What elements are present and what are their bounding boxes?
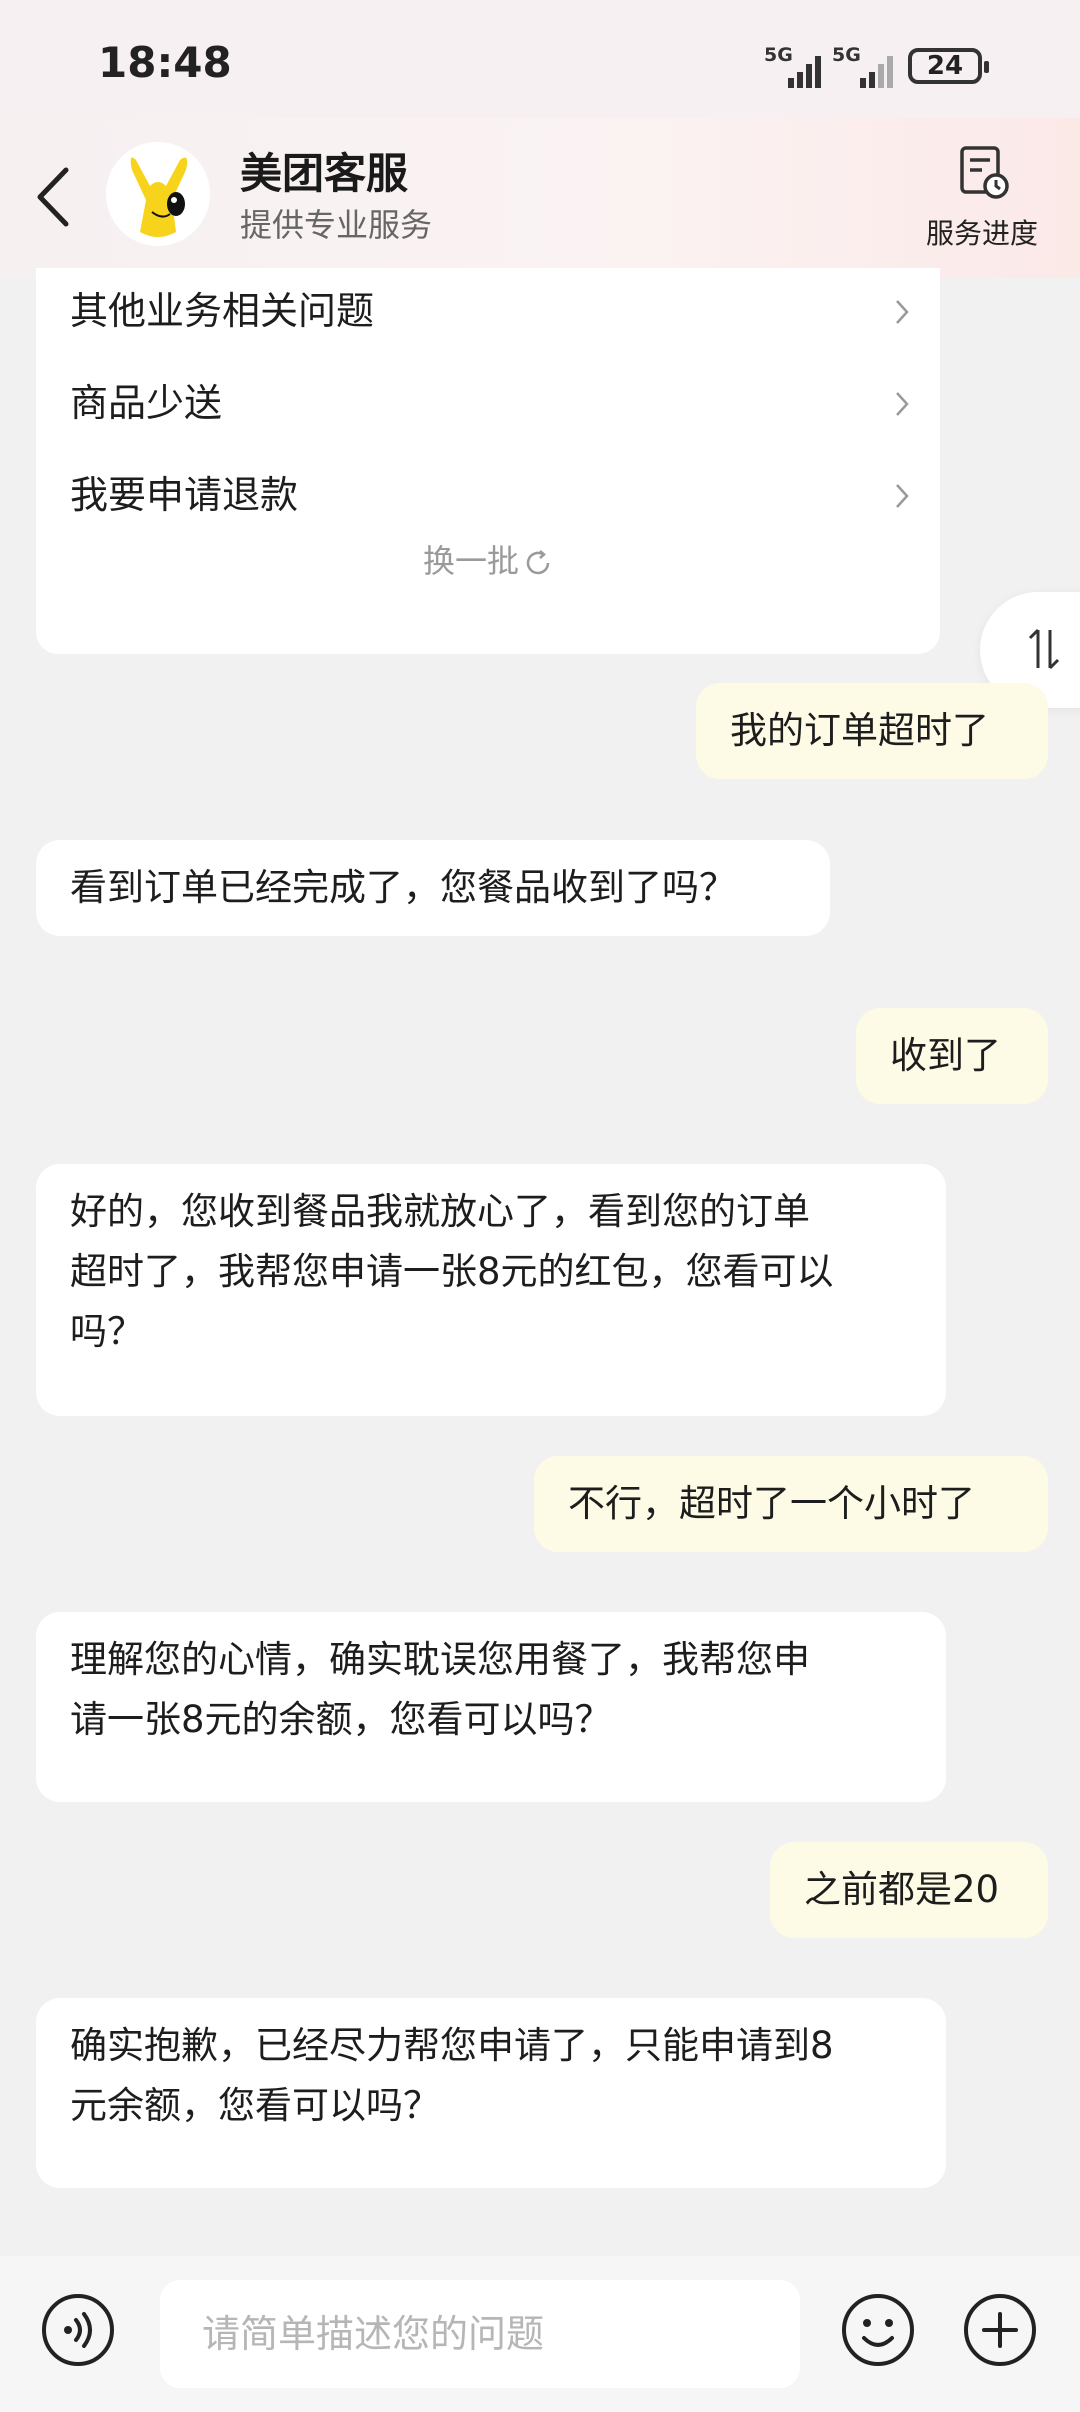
user-message-bubble: 不行，超时了一个小时了 [534, 1456, 1048, 1552]
battery-indicator: 24 [908, 48, 989, 84]
status-bar: 18:48 5G 5G 24 [0, 0, 1080, 118]
back-icon [37, 167, 69, 227]
plus-icon [964, 2294, 1036, 2366]
mascot-icon [106, 142, 210, 246]
quick-question-item[interactable]: 商品少送 [70, 368, 910, 438]
message-input[interactable] [160, 2280, 800, 2388]
chevron-right-icon [896, 300, 909, 324]
chat-area[interactable]: 其他业务相关问题 商品少送 我要申请退款 换一批 我的订单超时了 看到订单已经完… [0, 268, 1080, 2258]
back-button[interactable] [34, 162, 84, 232]
chevron-right-icon [896, 484, 909, 508]
bot-message-bubble: 确实抱歉，已经尽力帮您申请了，只能申请到8 元余额，您看可以吗？ [36, 1998, 946, 2188]
sort-arrows-icon [1028, 628, 1060, 670]
voice-input-button[interactable] [40, 2292, 116, 2372]
refresh-icon [526, 550, 550, 575]
bot-message-bubble: 看到订单已经完成了，您餐品收到了吗？ [36, 840, 830, 936]
signal-5g-icon: 5G [764, 44, 821, 88]
user-message-bubble: 收到了 [856, 1008, 1048, 1104]
bot-message-bubble: 好的，您收到餐品我就放心了，看到您的订单 超时了，我帮您申请一张8元的红包，您看… [36, 1164, 946, 1416]
quick-questions-card: 其他业务相关问题 商品少送 我要申请退款 换一批 [36, 268, 940, 654]
more-actions-button[interactable] [962, 2292, 1038, 2372]
quick-question-item[interactable]: 其他业务相关问题 [70, 276, 910, 346]
service-progress-button[interactable]: 服务进度 [912, 144, 1052, 254]
refresh-questions-button[interactable]: 换一批 [36, 536, 940, 582]
page-title: 美团客服 [240, 149, 409, 198]
emoji-icon [842, 2294, 914, 2366]
input-bar [0, 2256, 1080, 2412]
chevron-right-icon [896, 392, 909, 416]
bot-message-bubble: 理解您的心情，确实耽误您用餐了，我帮您申 请一张8元的余额，您看可以吗？ [36, 1612, 946, 1802]
service-progress-label: 服务进度 [925, 217, 1038, 250]
chat-header: 美团客服 提供专业服务 服务进度 [0, 118, 1080, 278]
page-subtitle: 提供专业服务 [240, 206, 433, 244]
status-time: 18:48 [98, 38, 232, 87]
emoji-button[interactable] [840, 2292, 916, 2372]
quick-question-item[interactable]: 我要申请退款 [70, 460, 910, 530]
signal-5g-secondary-icon: 5G [832, 44, 896, 88]
service-progress-icon [960, 146, 1009, 199]
user-message-bubble: 之前都是20 [770, 1842, 1048, 1938]
voice-icon [42, 2294, 114, 2366]
user-message-bubble: 我的订单超时了 [696, 683, 1048, 779]
avatar[interactable] [106, 142, 210, 246]
